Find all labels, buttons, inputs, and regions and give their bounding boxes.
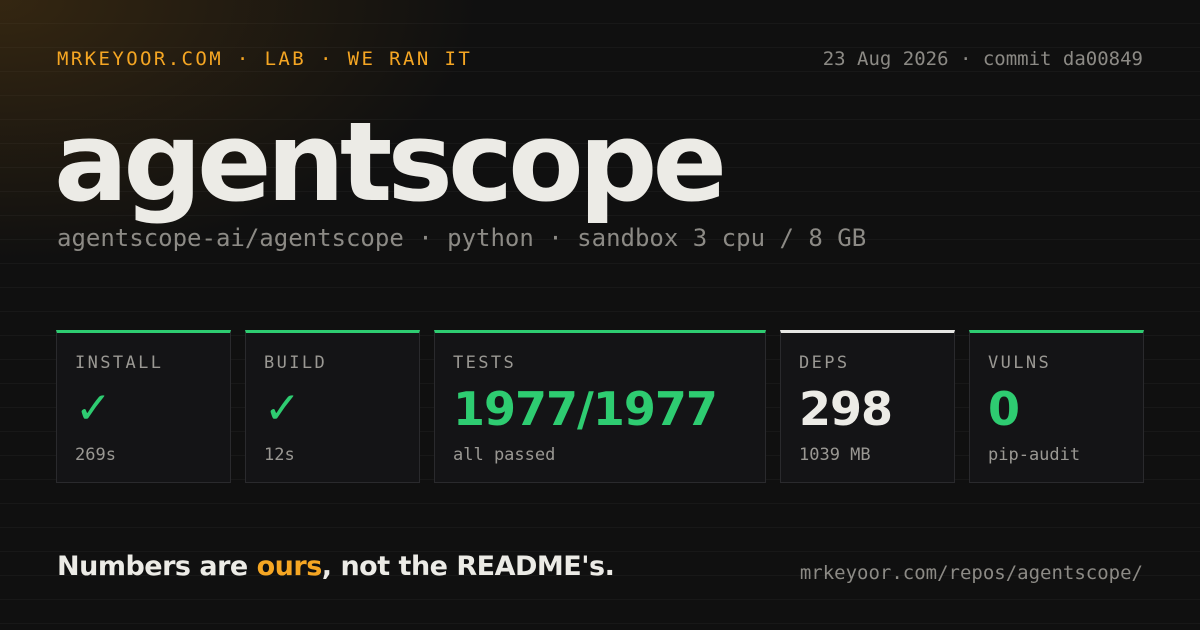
deps-size: 1039 MB [799,445,871,465]
build-label: BUILD [264,353,328,373]
tagline-start: Numbers are [57,551,257,582]
tagline-end: , not the README's. [321,551,615,582]
date-commit-meta: 23 Aug 2026 · commit da00849 [822,48,1143,70]
tests-value: 1977/1977 [453,382,718,436]
vulns-value: 0 [988,382,1020,436]
site-kicker: MRKEYOOR.COM · LAB · WE RAN IT [57,48,473,70]
tagline-accent: ours [256,551,323,582]
build-check-icon: ✓ [264,383,301,434]
tests-card: TESTS 1977/1977 all passed [434,330,766,483]
tests-label: TESTS [453,353,517,373]
build-card: BUILD ✓ 12s [245,330,420,483]
deps-label: DEPS [799,353,850,373]
vulns-card: VULNS 0 pip-audit [969,330,1144,483]
tests-status: all passed [453,445,556,465]
install-label: INSTALL [75,353,164,373]
install-duration: 269s [75,445,116,465]
install-card: INSTALL ✓ 269s [56,330,231,483]
install-check-icon: ✓ [75,383,112,434]
tagline: Numbers are ours, not the README's. [57,551,615,582]
repo-title: agentscope [54,98,727,226]
deps-value: 298 [799,382,893,436]
build-duration: 12s [264,445,295,465]
vulns-tool: pip-audit [988,445,1081,465]
repo-url: mrkeyoor.com/repos/agentscope/ [799,562,1143,584]
repo-subtitle: agentscope-ai/agentscope · python · sand… [57,224,867,252]
vulns-label: VULNS [988,353,1052,373]
deps-card: DEPS 298 1039 MB [780,330,955,483]
